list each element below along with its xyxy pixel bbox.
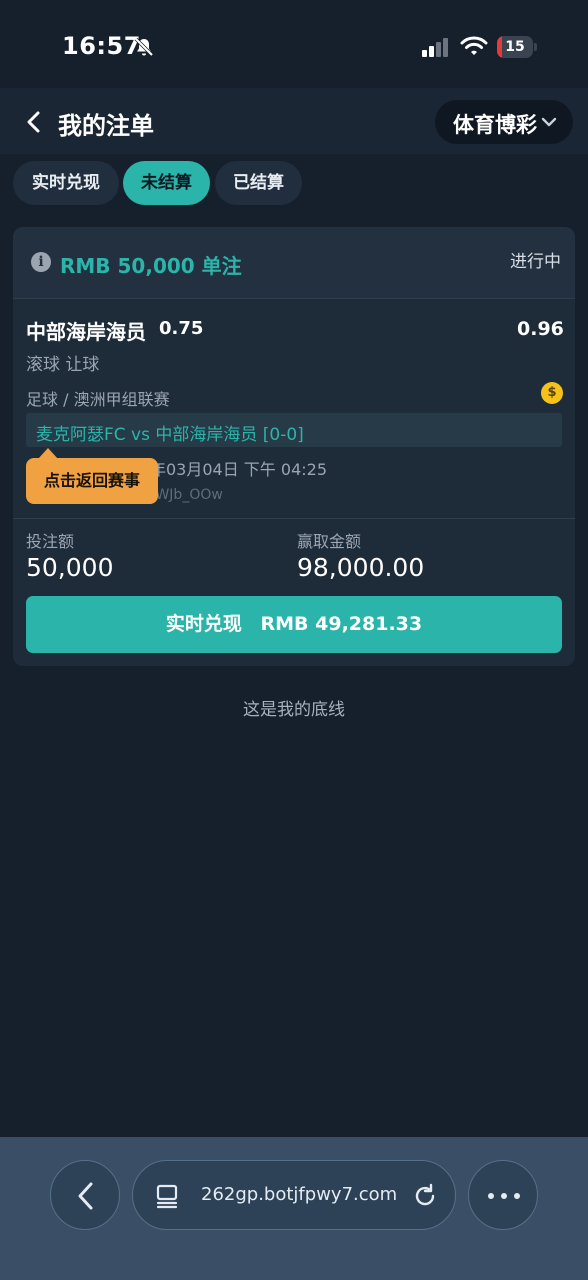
dropdown-label: 体育博彩: [453, 113, 537, 137]
bet-league: 足球 / 澳洲甲组联赛: [26, 390, 170, 409]
browser-back-button[interactable]: [50, 1160, 120, 1230]
match-name: 麦克阿瑟FC vs 中部海岸海员 [0-0]: [36, 425, 304, 445]
back-chevron-icon[interactable]: [24, 110, 44, 134]
product-dropdown[interactable]: 体育博彩: [435, 100, 573, 144]
tab-settled[interactable]: 已结算: [215, 161, 302, 205]
bet-card-header: i RMB 50,000 单注 进行中: [13, 227, 575, 299]
address-bar[interactable]: 262gp.botjfpwy7.com: [132, 1160, 456, 1230]
stake-label: 投注额: [26, 532, 75, 551]
stake-value: 50,000: [26, 553, 114, 582]
bet-datetime: 年03月04日 下午 04:25: [150, 460, 328, 479]
tab-cashout[interactable]: 实时兑现: [13, 161, 119, 205]
info-icon[interactable]: i: [31, 252, 51, 272]
bet-stake-title: RMB 50,000 单注: [60, 254, 242, 278]
card-divider: [13, 518, 575, 519]
bet-odds: 0.96: [517, 318, 564, 340]
win-label: 赢取金额: [297, 532, 362, 551]
cashout-amount: RMB 49,281.33: [260, 613, 423, 635]
match-link[interactable]: 麦克阿瑟FC vs 中部海岸海员 [0-0]: [26, 413, 562, 447]
bet-status: 进行中: [510, 252, 561, 272]
coin-icon: $: [541, 382, 563, 404]
tabs-icon[interactable]: [155, 1183, 181, 1209]
tab-unsettled[interactable]: 未结算: [123, 161, 210, 205]
bell-slash-icon: [134, 37, 154, 57]
status-time: 16:57: [62, 32, 141, 60]
bet-selection: 中部海岸海员: [26, 320, 146, 344]
bet-market: 滚球 让球: [26, 355, 100, 375]
signal-icon: [422, 38, 448, 57]
cashout-label: 实时兑现: [165, 613, 242, 635]
battery-icon: 15: [497, 36, 537, 58]
return-to-match-tooltip[interactable]: 点击返回赛事: [26, 458, 158, 504]
chevron-left-icon: [78, 1182, 93, 1210]
url-text: 262gp.botjfpwy7.com: [201, 1184, 398, 1205]
chevron-down-icon: [541, 117, 557, 127]
more-dots-icon: [488, 1193, 520, 1199]
browser-more-button[interactable]: [468, 1160, 538, 1230]
bet-handicap: 0.75: [159, 318, 204, 339]
list-end-text: 这是我的底线: [243, 700, 345, 720]
bet-id: (WJb_OOw: [150, 487, 223, 503]
cashout-button[interactable]: 实时兑现 RMB 49,281.33: [26, 596, 562, 653]
win-value: 98,000.00: [297, 553, 425, 582]
wifi-icon: [460, 36, 488, 55]
page-title: 我的注单: [58, 112, 154, 140]
battery-level: 15: [505, 39, 525, 55]
reload-icon[interactable]: [411, 1182, 439, 1210]
